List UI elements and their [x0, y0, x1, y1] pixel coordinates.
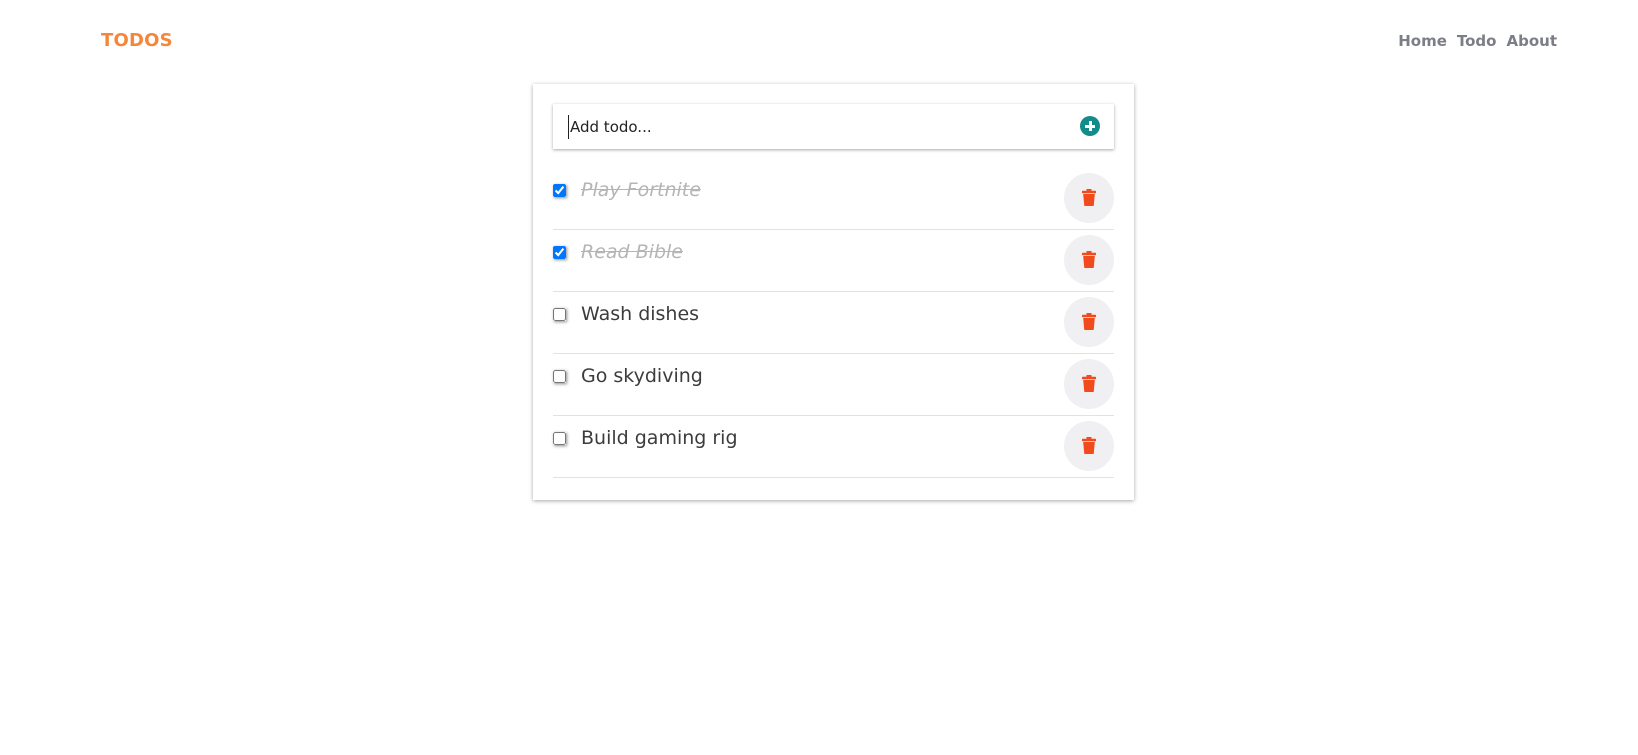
- top-navbar: TODOS Home Todo About: [0, 0, 1638, 84]
- todo-item: Wash dishes: [553, 292, 1114, 354]
- todo-checkbox[interactable]: [553, 432, 566, 445]
- trash-icon: [1082, 375, 1096, 392]
- nav-links: Home Todo About: [1398, 32, 1557, 50]
- trash-icon: [1082, 251, 1096, 268]
- delete-todo-button[interactable]: [1064, 173, 1114, 223]
- todo-list: Play Fortnite Read Bible Wash dishes Go …: [553, 168, 1114, 478]
- todo-checkbox[interactable]: [553, 308, 566, 321]
- todo-item: Build gaming rig: [553, 416, 1114, 478]
- todo-text: Read Bible: [581, 241, 683, 263]
- nav-link-todo[interactable]: Todo: [1457, 32, 1497, 50]
- delete-todo-button[interactable]: [1064, 421, 1114, 471]
- todo-checkbox[interactable]: [553, 246, 566, 259]
- todo-item: Read Bible: [553, 230, 1114, 292]
- todo-text: Wash dishes: [581, 303, 700, 325]
- nav-link-about[interactable]: About: [1506, 32, 1557, 50]
- trash-icon: [1082, 437, 1096, 454]
- todo-text: Play Fortnite: [581, 179, 701, 201]
- trash-icon: [1082, 189, 1096, 206]
- todo-text: Go skydiving: [581, 365, 703, 387]
- delete-todo-button[interactable]: [1064, 359, 1114, 409]
- todo-item: Go skydiving: [553, 354, 1114, 416]
- nav-link-home[interactable]: Home: [1398, 32, 1447, 50]
- add-todo-form: [553, 104, 1114, 149]
- add-todo-input[interactable]: [568, 115, 1050, 139]
- brand-logo[interactable]: TODOS: [101, 30, 173, 51]
- todo-card: Play Fortnite Read Bible: [533, 84, 1134, 500]
- delete-todo-button[interactable]: [1064, 297, 1114, 347]
- todo-checkbox[interactable]: [553, 370, 566, 383]
- delete-todo-button[interactable]: [1064, 235, 1114, 285]
- todo-text: Build gaming rig: [581, 427, 738, 449]
- todo-checkbox[interactable]: [553, 184, 566, 197]
- todo-item: Play Fortnite: [553, 168, 1114, 230]
- add-todo-button[interactable]: [1080, 116, 1100, 136]
- trash-icon: [1082, 313, 1096, 330]
